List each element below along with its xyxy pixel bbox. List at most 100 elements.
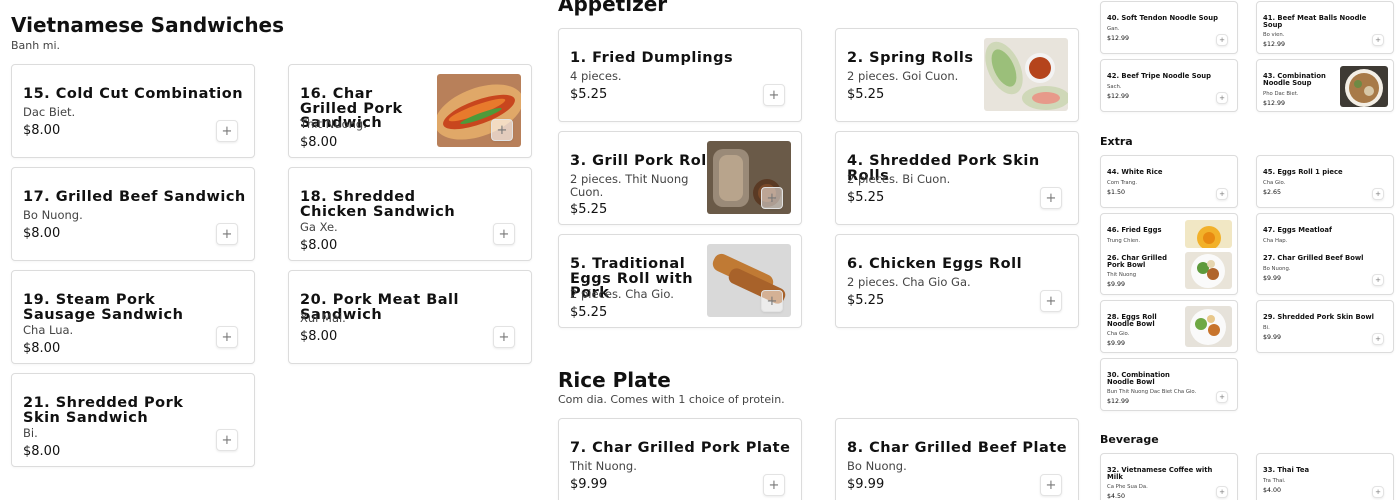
menu-item-47-27[interactable]: 47. Eggs Meatloaf Cha Hap. 27. Char Gril… [1256,213,1394,295]
add-button[interactable]: + [763,474,785,496]
plus-icon: + [221,329,233,345]
menu-item-33[interactable]: 33. Thai Tea Tra Thai. $4.00 + [1256,453,1394,500]
add-button[interactable]: + [1216,92,1228,104]
menu-item-28[interactable]: 28. Eggs Roll Noodle Bowl Cha Gio. $9.99 [1100,300,1238,353]
add-button[interactable]: + [1372,34,1384,46]
plus-icon: + [768,87,780,103]
add-button[interactable]: + [216,120,238,142]
add-button[interactable]: + [493,223,515,245]
add-button[interactable]: + [1216,34,1228,46]
item-name: 44. White Rice [1107,168,1163,176]
item-price: $8.00 [23,341,61,356]
menu-item-30[interactable]: 30. Combination Noodle Bowl Bun Thit Nuo… [1100,358,1238,411]
add-button[interactable]: + [1040,187,1062,209]
menu-item-44[interactable]: 44. White Rice Com Trang. $1.50 + [1100,155,1238,208]
item-price: $12.99 [1107,398,1130,405]
item-desc: Bi. [23,426,38,440]
plus-icon: + [1219,393,1225,401]
item-desc: Pho Dac Biet. [1263,91,1299,97]
item-price: $2.65 [1263,189,1282,196]
item-name: 2. Spring Rolls [847,50,974,66]
menu-item-15[interactable]: 15. Cold Cut Combination Dac Biet. $8.00… [11,64,255,158]
menu-item-18[interactable]: 18. Shredded Chicken Sandwich Ga Xe. $8.… [288,167,532,261]
menu-item-6[interactable]: 6. Chicken Eggs Roll 2 pieces. Cha Gio G… [835,234,1079,328]
add-button[interactable]: + [763,84,785,106]
item-name: 26. Char Grilled Pork Bowl [1107,254,1167,270]
plus-icon: + [1045,477,1057,493]
menu-item-16[interactable]: 16. Char Grilled Pork Sandwich Thit Nuon… [288,64,532,158]
item-name: 6. Chicken Eggs Roll [847,256,1023,272]
menu-item-42[interactable]: 42. Beef Tripe Noodle Soup Sach. $12.99 … [1100,59,1238,112]
item-desc: 2 pieces. Cha Gio. [570,287,674,301]
add-button[interactable]: + [1216,391,1228,403]
menu-item-8[interactable]: 8. Char Grilled Beef Plate Bo Nuong. $9.… [835,418,1079,500]
item-price: $9.99 [1263,275,1282,282]
item-name: 45. Eggs Roll 1 piece [1263,168,1343,176]
item-price: $12.99 [1263,100,1286,107]
item-price: $5.25 [570,87,608,102]
add-button[interactable]: + [491,119,513,141]
menu-item-2[interactable]: 2. Spring Rolls 2 pieces. Goi Cuon. $5.2… [835,28,1079,122]
menu-item-4[interactable]: 4. Shredded Pork Skin Rolls 2 pieces. Bi… [835,131,1079,225]
item-desc: Cha Gio. [1107,331,1130,337]
item-desc: 2 pieces. Thit Nuong Cuon. [570,172,689,200]
add-button[interactable]: + [493,326,515,348]
food-photo [1185,306,1232,347]
menu-item-20[interactable]: 20. Pork Meat Ball Sandwich Xui Mai. $8.… [288,270,532,364]
item-price: $12.99 [1107,93,1130,100]
menu-item-21[interactable]: 21. Shredded Pork Skin Sandwich Bi. $8.0… [11,373,255,467]
menu-item-43[interactable]: 43. Combination Noodle Soup Pho Dac Biet… [1256,59,1394,112]
plus-icon: + [1375,488,1381,496]
add-button[interactable]: + [1216,486,1228,498]
add-button[interactable]: + [1216,188,1228,200]
item-desc: Thit Nuong [1107,272,1137,278]
plus-icon: + [1045,293,1057,309]
menu-item-3[interactable]: 3. Grill Pork Roll 2 pieces. Thit Nuong … [558,131,802,225]
item-price: $9.99 [1107,340,1126,347]
menu-item-1[interactable]: 1. Fried Dumplings 4 pieces. $5.25 + [558,28,802,122]
add-button[interactable]: + [216,223,238,245]
item-desc: Ca Phe Sua Da. [1107,484,1148,490]
plus-icon: + [1219,36,1225,44]
item-name: 1. Fried Dumplings [570,50,734,66]
add-button[interactable]: + [761,290,783,312]
item-price: $9.99 [847,477,885,492]
add-button[interactable]: + [1372,274,1384,286]
add-button[interactable]: + [216,429,238,451]
menu-item-40[interactable]: 40. Soft Tendon Noodle Soup Gan. $12.99 … [1100,1,1238,54]
section-title-appetizer: Appetizer [558,0,668,16]
item-name: 15. Cold Cut Combination [23,86,244,102]
food-photo [1185,220,1232,248]
menu-item-7[interactable]: 7. Char Grilled Pork Plate Thit Nuong. $… [558,418,802,500]
menu-item-41[interactable]: 41. Beef Meat Balls Noodle Soup Bo vien.… [1256,1,1394,54]
menu-item-17[interactable]: 17. Grilled Beef Sandwich Bo Nuong. $8.0… [11,167,255,261]
add-button[interactable]: + [1372,333,1384,345]
section-title-extra: Extra [1100,135,1133,148]
add-button[interactable]: + [216,326,238,348]
item-price: $8.00 [23,444,61,459]
add-button[interactable]: + [1372,188,1384,200]
menu-item-19[interactable]: 19. Steam Pork Sausage Sandwich Cha Lua.… [11,270,255,364]
plus-icon: + [1375,335,1381,343]
item-price: $5.25 [570,202,608,217]
plus-icon: + [1375,36,1381,44]
add-button[interactable]: + [1372,486,1384,498]
plus-icon: + [1375,276,1381,284]
plus-icon: + [766,190,778,206]
menu-item-45[interactable]: 45. Eggs Roll 1 piece Cha Gio. $2.65 + [1256,155,1394,208]
plus-icon: + [766,293,778,309]
food-photo [1340,66,1388,107]
menu-item-29[interactable]: 29. Shredded Pork Skin Bowl Bi. $9.99 + [1256,300,1394,353]
menu-item-5[interactable]: 5. Traditional Eggs Roll with Pork 2 pie… [558,234,802,328]
item-price: $8.00 [300,329,338,344]
menu-item-32[interactable]: 32. Vietnamese Coffee with Milk Ca Phe S… [1100,453,1238,500]
section-title-rice-plate: Rice Plate [558,368,671,392]
add-button[interactable]: + [1040,474,1062,496]
section-title-sandwiches: Vietnamese Sandwiches [11,13,285,37]
add-button[interactable]: + [761,187,783,209]
item-name: 43. Combination Noodle Soup [1263,72,1326,88]
menu-item-46-26[interactable]: 46. Fried Eggs Trung Chien. 26. Char Gri… [1100,213,1238,295]
add-button[interactable]: + [1040,290,1062,312]
item-price: $8.00 [300,238,338,253]
item-desc: Bo vien. [1263,32,1285,38]
